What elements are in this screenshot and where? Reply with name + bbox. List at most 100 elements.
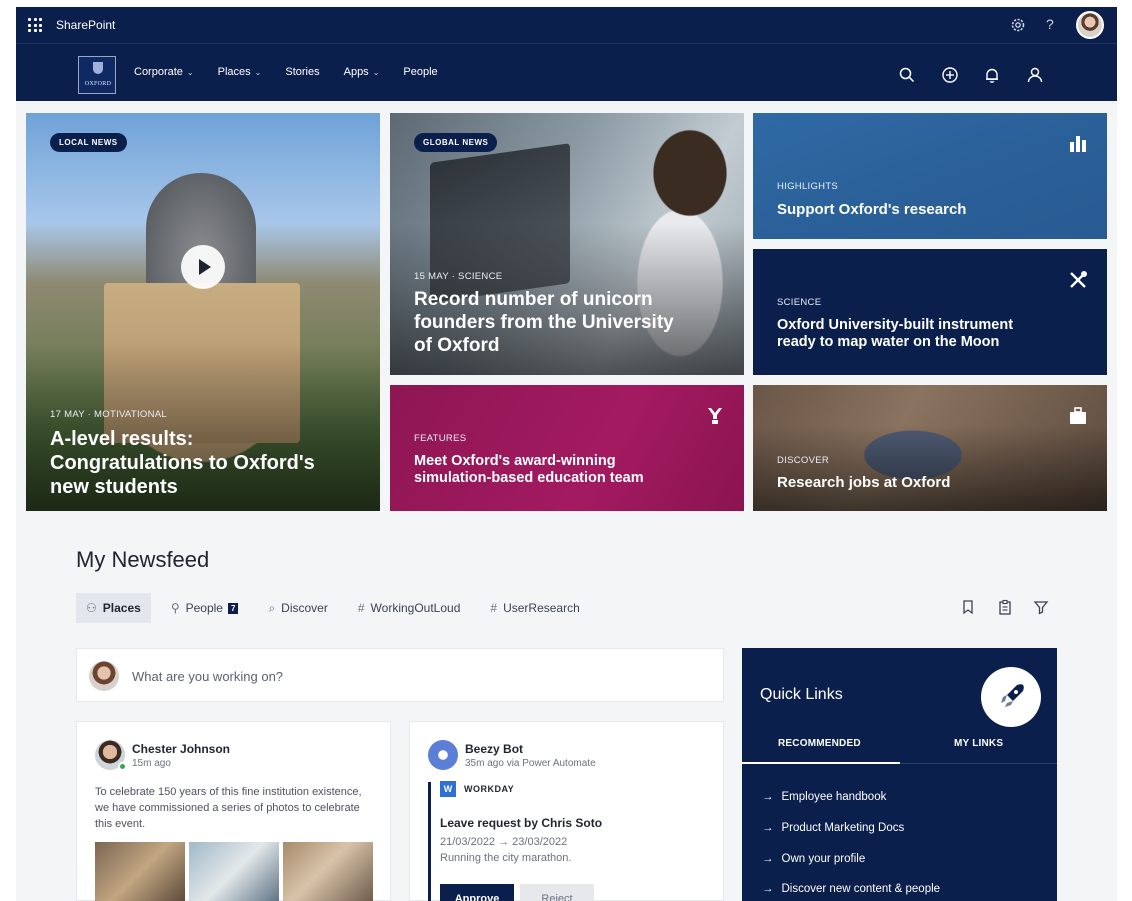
sharepoint-window: SharePoint ? OXFORD Corporate ⌄ Places ⌄ S… — [16, 7, 1117, 901]
tab-discover[interactable]: ⌕ Discover — [258, 593, 337, 623]
hero-global-news[interactable]: GLOBAL NEWS 15 MAY · SCIENCE Record numb… — [390, 113, 744, 375]
approve-button[interactable]: Approve — [440, 884, 514, 901]
bell-icon[interactable] — [983, 66, 1001, 84]
quick-link-label: Own your profile — [781, 853, 866, 865]
bar-chart-icon — [1070, 136, 1086, 152]
quick-link-label: Product Marketing Docs — [781, 822, 905, 834]
hero-features[interactable]: FEATURES Meet Oxford's award-winning sim… — [390, 385, 744, 511]
headline-line: founders from the University — [414, 311, 674, 333]
request-dates: 21/03/2022 → 23/03/2022 — [440, 836, 568, 848]
tab-places[interactable]: ⚇ Places — [76, 593, 151, 623]
search-icon[interactable] — [898, 66, 916, 84]
add-icon[interactable] — [941, 66, 959, 84]
reject-button[interactable]: Reject — [520, 884, 594, 901]
filter-icon[interactable] — [1033, 599, 1049, 615]
arrow-right-icon: → — [762, 883, 774, 895]
nav-places[interactable]: Places ⌄ — [218, 66, 262, 78]
bookmark-icon[interactable] — [960, 599, 976, 615]
tools-icon — [1070, 271, 1087, 288]
headline-line: Record number of unicorn — [414, 289, 653, 310]
post-author[interactable]: Beezy Bot — [465, 742, 523, 756]
post-author[interactable]: Chester Johnson — [132, 742, 230, 756]
tab-people[interactable]: ⚲ People 7 — [161, 593, 249, 623]
site-navigation: OXFORD Corporate ⌄ Places ⌄ Stories Apps ⌄ … — [16, 43, 1117, 101]
people-count-badge: 7 — [227, 602, 239, 614]
nav-stories-label: Stories — [285, 66, 320, 78]
person-icon[interactable] — [1026, 66, 1044, 84]
tab-places-label: Places — [102, 601, 141, 615]
nav-stories[interactable]: Stories — [285, 66, 319, 78]
arrow-right-icon: → — [762, 791, 774, 803]
hero-science[interactable]: SCIENCE Oxford University-built instrume… — [753, 249, 1107, 375]
headline-line: A-level results: — [50, 428, 194, 450]
quick-link-label: Discover new content & people — [781, 883, 941, 895]
hashtag-icon: # — [357, 601, 365, 615]
headline-line: ready to map water on the Moon — [777, 334, 1000, 351]
post-time: 35m ago via Power Automate — [465, 758, 596, 769]
post-photo[interactable] — [95, 842, 185, 901]
tab-discover-label: Discover — [281, 601, 328, 615]
workday-icon: W — [440, 781, 456, 797]
settings-gear-icon[interactable] — [1009, 16, 1027, 34]
app-launcher-icon[interactable] — [28, 18, 42, 32]
image-shade — [753, 425, 1107, 511]
features-category: FEATURES — [414, 433, 467, 444]
tab-userresearch[interactable]: # UserResearch — [480, 593, 589, 623]
tab-recommended[interactable]: RECOMMENDED — [778, 738, 861, 749]
quick-link[interactable]: → Discover new content & people — [762, 883, 940, 895]
user-avatar[interactable] — [1076, 11, 1104, 39]
composer-placeholder[interactable]: What are you working on? — [132, 669, 283, 684]
oxford-logo[interactable]: OXFORD — [78, 56, 116, 94]
hero-highlights[interactable]: HIGHLIGHTS Support Oxford's research — [753, 113, 1107, 239]
online-status-indicator — [118, 762, 127, 771]
nav-people[interactable]: People — [403, 66, 437, 78]
play-video-icon[interactable] — [181, 245, 225, 289]
rocket-glyph — [1001, 684, 1024, 707]
quick-links-title: Quick Links — [760, 686, 843, 703]
chevron-down-icon: ⌄ — [186, 67, 194, 77]
briefcase-icon — [1070, 407, 1086, 424]
headline-line: Oxford University-built instrument — [777, 317, 1014, 333]
hero-local-news[interactable]: LOCAL NEWS 17 MAY · MOTIVATIONAL A-level… — [26, 113, 380, 511]
quick-link[interactable]: → Employee handbook — [762, 791, 886, 803]
post-body: To celebrate 150 years of this fine inst… — [95, 786, 362, 830]
user-avatar — [89, 661, 119, 691]
post-photo[interactable] — [283, 842, 373, 901]
people-group-icon: ⚇ — [86, 601, 97, 615]
post-photo[interactable] — [189, 842, 279, 901]
tab-my-links[interactable]: MY LINKS — [954, 738, 1003, 749]
binoculars-icon: ⌕ — [268, 600, 276, 615]
nav-apps-label: Apps — [343, 66, 369, 78]
nav-places-label: Places — [217, 66, 251, 78]
crest-text: OXFORD — [84, 81, 112, 87]
hero-discover[interactable]: DISCOVER Research jobs at Oxford — [753, 385, 1107, 511]
post-composer[interactable]: What are you working on? — [76, 648, 724, 702]
science-headline: Oxford University-built instrument ready… — [777, 317, 1013, 352]
tab-userresearch-label: UserResearch — [503, 601, 580, 615]
quick-link[interactable]: → Own your profile — [762, 853, 865, 865]
post-card[interactable]: Beezy Bot 35m ago via Power Automate W W… — [409, 721, 724, 901]
clipboard-icon[interactable] — [997, 599, 1013, 615]
rocket-icon — [981, 667, 1041, 727]
quick-link-label: Employee handbook — [781, 791, 887, 803]
quick-links-panel: Quick Links RECOMMENDED MY LINKS → Employ… — [742, 648, 1057, 901]
local-news-meta: 17 MAY · MOTIVATIONAL — [50, 409, 167, 420]
crest-shield-icon — [93, 62, 103, 74]
nav-corporate[interactable]: Corporate ⌄ — [134, 66, 194, 78]
request-reason: Running the city marathon. — [440, 852, 572, 864]
tab-workingoutloud[interactable]: # WorkingOutLoud — [348, 593, 471, 623]
chevron-down-icon: ⌄ — [372, 67, 380, 77]
quick-link[interactable]: → Product Marketing Docs — [762, 822, 904, 834]
nav-apps[interactable]: Apps ⌄ — [344, 66, 380, 78]
nav-people-label: People — [403, 66, 438, 78]
global-news-meta: 15 MAY · SCIENCE — [414, 271, 503, 282]
app-name[interactable]: SharePoint — [56, 18, 115, 32]
help-icon[interactable]: ? — [1046, 16, 1054, 32]
request-title: Leave request by Chris Soto — [440, 816, 603, 830]
post-card[interactable]: Chester Johnson 15m ago To celebrate 150… — [76, 721, 391, 901]
global-news-headline: Record number of unicorn founders from t… — [414, 289, 674, 357]
tab-workingoutloud-label: WorkingOutLoud — [370, 601, 461, 615]
discover-category: DISCOVER — [777, 455, 830, 466]
headline-line: of Oxford — [414, 334, 500, 356]
suite-bar: SharePoint ? — [16, 7, 1117, 43]
